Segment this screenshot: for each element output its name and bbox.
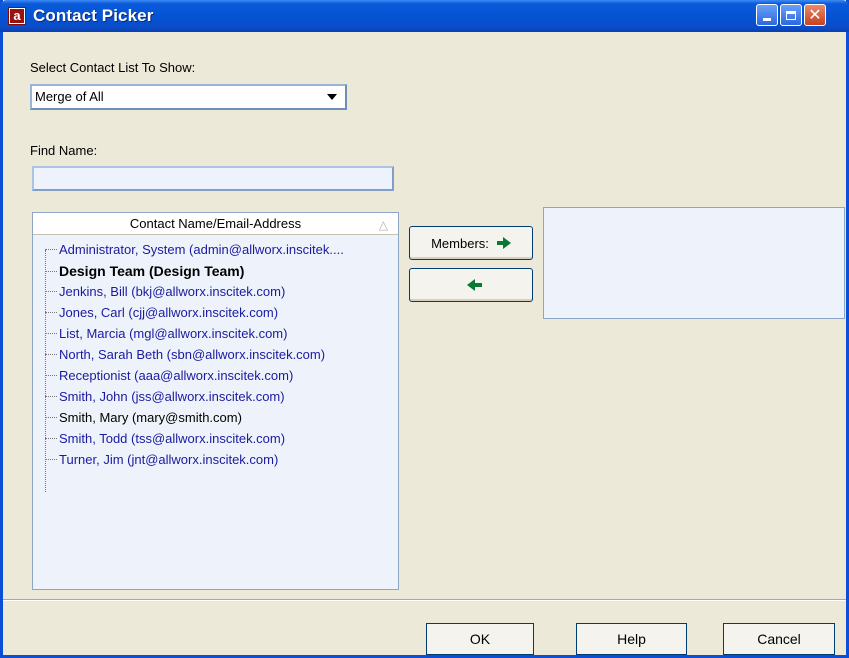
app-icon: a <box>8 7 26 25</box>
ok-button[interactable]: OK <box>426 623 534 655</box>
help-button[interactable]: Help <box>576 623 687 655</box>
cancel-button[interactable]: Cancel <box>723 623 835 655</box>
minimize-icon <box>763 17 771 21</box>
arrow-right-icon <box>496 237 511 249</box>
maximize-button[interactable] <box>780 4 802 26</box>
contact-list-header[interactable]: Contact Name/Email-Address △ <box>33 213 398 235</box>
maximize-icon <box>786 10 796 20</box>
contact-item[interactable]: Jones, Carl (cjj@allworx.inscitek.com) <box>45 303 278 323</box>
chevron-down-icon[interactable] <box>327 94 337 100</box>
contact-picker-window: a Contact Picker ✕ Select Contact List T… <box>0 0 849 658</box>
contact-item[interactable]: Smith, Todd (tss@allworx.inscitek.com) <box>45 429 285 449</box>
close-button[interactable]: ✕ <box>804 4 826 26</box>
add-members-label: Members: <box>431 235 489 251</box>
app-icon-letter: a <box>10 9 24 23</box>
contact-item[interactable]: List, Marcia (mgl@allworx.inscitek.com) <box>45 324 287 344</box>
members-list[interactable] <box>543 207 845 319</box>
contact-item[interactable]: Receptionist (aaa@allworx.inscitek.com) <box>45 366 293 386</box>
remove-members-button[interactable] <box>409 268 533 302</box>
close-icon: ✕ <box>808 5 822 24</box>
contact-list-select-value: Merge of All <box>35 89 104 104</box>
footer-divider <box>3 599 846 601</box>
find-name-input[interactable] <box>32 166 394 191</box>
minimize-button[interactable] <box>756 4 778 26</box>
contact-list-select[interactable]: Merge of All <box>30 84 347 110</box>
contact-item[interactable]: Design Team (Design Team) <box>45 261 244 281</box>
contact-item[interactable]: Jenkins, Bill (bkj@allworx.inscitek.com) <box>45 282 285 302</box>
contact-item[interactable]: Smith, John (jss@allworx.inscitek.com) <box>45 387 285 407</box>
title-bar[interactable]: a Contact Picker ✕ <box>0 0 849 32</box>
sort-icon: △ <box>378 218 388 232</box>
window-title: Contact Picker <box>33 6 154 25</box>
add-members-button[interactable]: Members: <box>409 226 533 260</box>
select-list-label: Select Contact List To Show: <box>30 60 196 75</box>
contact-list[interactable]: Contact Name/Email-Address △ Administrat… <box>32 212 399 590</box>
arrow-left-icon <box>467 279 482 291</box>
contact-item[interactable]: Turner, Jim (jnt@allworx.inscitek.com) <box>45 450 278 470</box>
contact-item[interactable]: Smith, Mary (mary@smith.com) <box>45 408 242 428</box>
contact-list-header-label: Contact Name/Email-Address <box>129 216 302 231</box>
contact-item[interactable]: Administrator, System (admin@allworx.ins… <box>45 240 344 260</box>
contact-item[interactable]: North, Sarah Beth (sbn@allworx.inscitek.… <box>45 345 325 365</box>
find-name-label: Find Name: <box>30 143 98 158</box>
